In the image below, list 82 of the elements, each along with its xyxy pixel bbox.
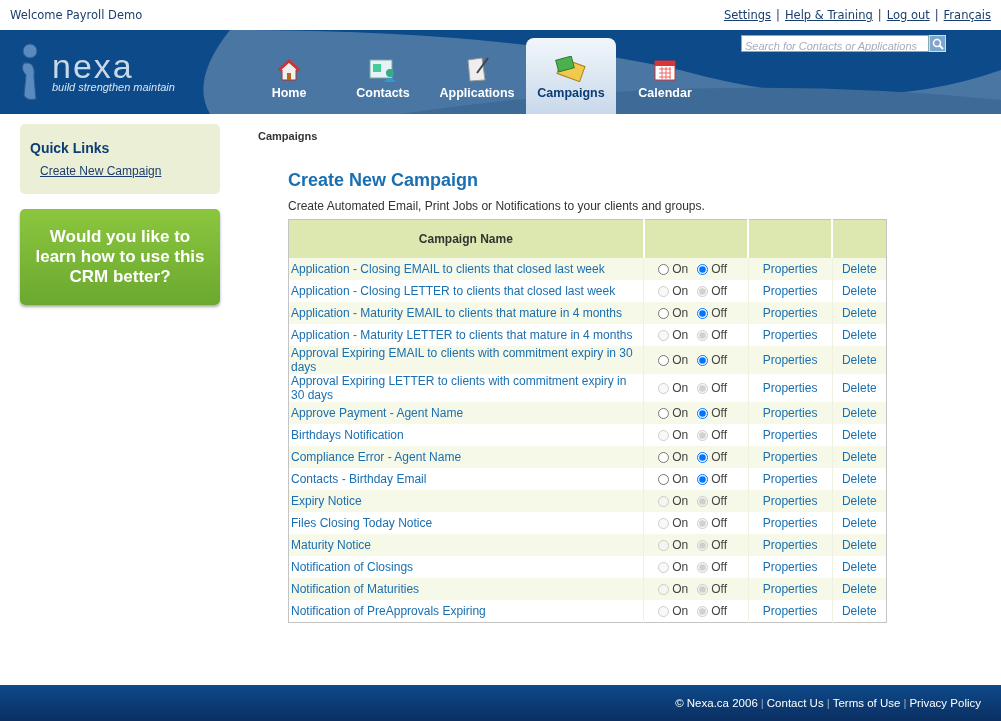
- document-pen-icon: [464, 56, 490, 82]
- off-label: Off: [711, 406, 727, 420]
- search-button[interactable]: [929, 35, 946, 52]
- nav-tab[interactable]: Applications: [432, 38, 522, 114]
- on-radio[interactable]: [658, 307, 670, 319]
- on-label: On: [672, 582, 689, 596]
- nav-tab[interactable]: Calendar: [620, 38, 710, 114]
- off-label: Off: [711, 516, 727, 530]
- page-title: Create New Campaign: [288, 170, 480, 191]
- top-nav-link[interactable]: Log out: [886, 8, 930, 22]
- link-separator: |: [903, 697, 907, 709]
- quick-links-title: Quick Links: [30, 140, 111, 156]
- off-label: Off: [711, 450, 727, 464]
- off-label: Off: [711, 604, 727, 618]
- on-label: On: [672, 428, 689, 442]
- top-nav-link[interactable]: Français: [943, 8, 991, 22]
- top-nav-link[interactable]: Settings: [723, 8, 772, 22]
- off-radio[interactable]: [697, 407, 709, 419]
- nav-tab[interactable]: Contacts: [338, 38, 428, 114]
- on-radio[interactable]: [658, 407, 670, 419]
- delete-link[interactable]: Delete: [841, 472, 877, 486]
- off-label: Off: [711, 538, 727, 552]
- on-label: On: [672, 560, 689, 574]
- on-label: On: [672, 604, 689, 618]
- top-nav-link[interactable]: Help & Training: [784, 8, 873, 22]
- off-label: Off: [711, 428, 727, 442]
- on-label: On: [672, 472, 689, 486]
- off-radio[interactable]: [697, 354, 709, 366]
- on-radio[interactable]: [658, 451, 670, 463]
- off-radio[interactable]: [697, 451, 709, 463]
- on-radio[interactable]: [658, 473, 670, 485]
- logo-tagline: build strengthen maintain: [52, 81, 175, 93]
- off-label: Off: [711, 328, 727, 342]
- on-label: On: [672, 328, 689, 342]
- breadcrumb: Campaigns: [258, 130, 319, 142]
- off-label: Off: [711, 353, 727, 367]
- search-field[interactable]: Search for Contacts or Applications: [741, 35, 929, 52]
- link-separator: |: [776, 8, 780, 22]
- on-label: On: [672, 494, 689, 508]
- search-icon: [931, 37, 944, 50]
- off-radio[interactable]: [697, 307, 709, 319]
- link-separator: |: [826, 697, 830, 709]
- footer-link[interactable]: Contact Us: [766, 697, 824, 709]
- on-label: On: [672, 381, 689, 395]
- off-radio[interactable]: [697, 473, 709, 485]
- off-label: Off: [711, 472, 727, 486]
- on-label: On: [672, 306, 689, 320]
- on-label: On: [672, 284, 689, 298]
- off-label: Off: [711, 381, 727, 395]
- properties-link[interactable]: Properties: [762, 472, 818, 486]
- off-label: Off: [711, 494, 727, 508]
- on-radio[interactable]: [658, 263, 670, 275]
- link-separator: |: [760, 697, 764, 709]
- logo-wordmark: nexa: [52, 51, 134, 81]
- on-label: On: [672, 406, 689, 420]
- footer-link[interactable]: Privacy Policy: [909, 697, 981, 709]
- off-label: Off: [711, 560, 727, 574]
- contact-card-icon: [369, 58, 397, 82]
- off-label: Off: [711, 306, 727, 320]
- link-separator: |: [877, 8, 882, 22]
- page-description: Create Automated Email, Print Jobs or Notifications to your clients and groups.: [288, 199, 706, 213]
- off-label: Off: [711, 582, 727, 596]
- calendar-icon: [653, 58, 677, 82]
- house-icon: [277, 58, 301, 82]
- on-radio[interactable]: [658, 354, 670, 366]
- nav-tab[interactable]: Campaigns: [526, 38, 616, 114]
- on-label: On: [672, 538, 689, 552]
- welcome-text: Welcome Payroll Demo: [10, 8, 143, 22]
- link-separator: |: [934, 8, 939, 22]
- on-label: On: [672, 450, 689, 464]
- copyright-text: © Nexa.ca 2006: [675, 697, 758, 709]
- on-label: On: [672, 262, 689, 276]
- on-label: On: [672, 353, 689, 367]
- nav-tab[interactable]: Home: [244, 38, 334, 114]
- quick-link[interactable]: Create New Campaign: [40, 164, 210, 178]
- campaign-name-link[interactable]: Contacts - Birthday Email: [291, 472, 642, 486]
- column-header: Campaign Name: [288, 219, 644, 258]
- off-label: Off: [711, 284, 727, 298]
- off-radio[interactable]: [697, 263, 709, 275]
- footer-link[interactable]: Terms of Use: [832, 697, 901, 709]
- on-label: On: [672, 516, 689, 530]
- off-label: Off: [711, 262, 727, 276]
